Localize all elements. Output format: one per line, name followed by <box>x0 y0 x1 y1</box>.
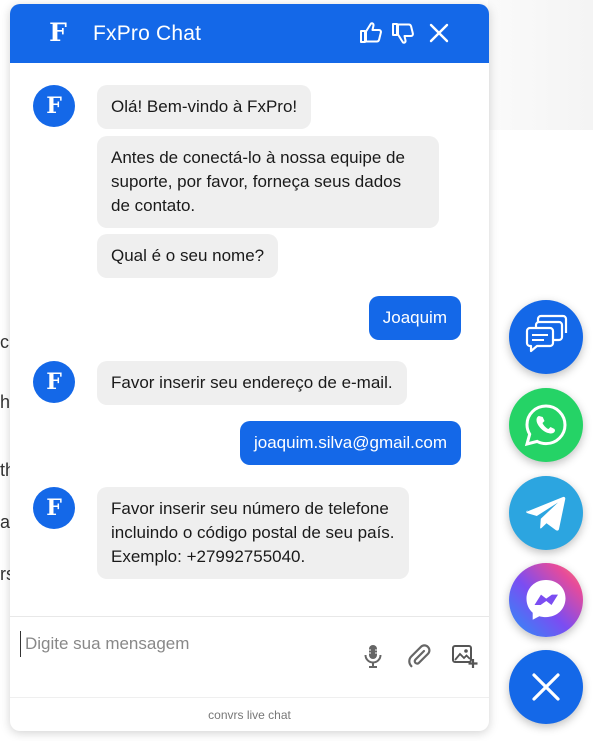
messenger-launcher[interactable] <box>509 563 583 637</box>
user-message: joaquim.silva@gmail.com <box>240 421 461 465</box>
message-line: Antes de conectá-lo à nossa equipe de <box>111 148 405 167</box>
paperclip-icon <box>408 644 431 668</box>
chat-title: FxPro Chat <box>93 22 202 45</box>
thumbs-down-button[interactable] <box>390 20 416 46</box>
user-message: Joaquim <box>368 296 461 340</box>
message-line: Favor inserir seu número de telefone <box>111 499 389 518</box>
agent-message: Qual é o seu nome? <box>97 234 279 278</box>
close-chat-button[interactable] <box>426 20 452 46</box>
background-shade <box>488 0 593 130</box>
chat-window: F FxPro Chat F Olá! Bem-vindo à FxPro! A… <box>10 4 489 731</box>
telegram-icon <box>526 496 566 531</box>
agent-message: Favor inserir seu endereço de e-mail. <box>97 361 407 405</box>
agent-avatar: F <box>33 361 75 403</box>
telegram-launcher[interactable] <box>509 476 583 550</box>
chat-header: F FxPro Chat <box>10 4 489 63</box>
message-line: suporte, por favor, forneça seus dados <box>111 172 402 191</box>
close-icon <box>532 673 560 701</box>
image-add-icon <box>452 645 478 668</box>
close-launchers-button[interactable] <box>509 650 583 724</box>
send-image-button[interactable] <box>450 642 478 670</box>
agent-avatar: F <box>33 487 75 529</box>
powered-by-label: convrs live chat <box>10 697 489 731</box>
voice-message-button[interactable] <box>359 642 387 670</box>
live-chat-launcher[interactable] <box>509 300 583 374</box>
thumbs-up-button[interactable] <box>358 20 384 46</box>
background-text-fragment: c <box>0 332 9 352</box>
close-icon <box>429 23 449 43</box>
message-line: Exemplo: +27992755040. <box>111 547 306 566</box>
message-input[interactable] <box>20 631 350 657</box>
messenger-icon <box>526 580 566 620</box>
thumbs-up-icon <box>360 22 382 43</box>
brand-logo: F <box>49 18 67 47</box>
whatsapp-icon <box>524 404 567 447</box>
agent-avatar: F <box>33 85 75 127</box>
message-list: F Olá! Bem-vindo à FxPro! Antes de conec… <box>10 63 489 616</box>
microphone-icon <box>364 645 382 668</box>
thumbs-down-icon <box>392 23 414 44</box>
agent-message: Olá! Bem-vindo à FxPro! <box>97 85 312 129</box>
background-text-fragment: a <box>0 512 11 532</box>
attach-file-button[interactable] <box>405 642 433 670</box>
agent-message: Antes de conectá-lo à nossa equipe de su… <box>97 136 439 228</box>
message-line: de contato. <box>111 196 196 215</box>
message-line: incluindo o código postal de seu país. <box>111 523 395 542</box>
background-text-fragment: h <box>0 392 11 412</box>
whatsapp-launcher[interactable] <box>509 388 583 462</box>
chat-bubbles-icon <box>525 314 568 353</box>
agent-message: Favor inserir seu número de telefone inc… <box>97 487 409 579</box>
